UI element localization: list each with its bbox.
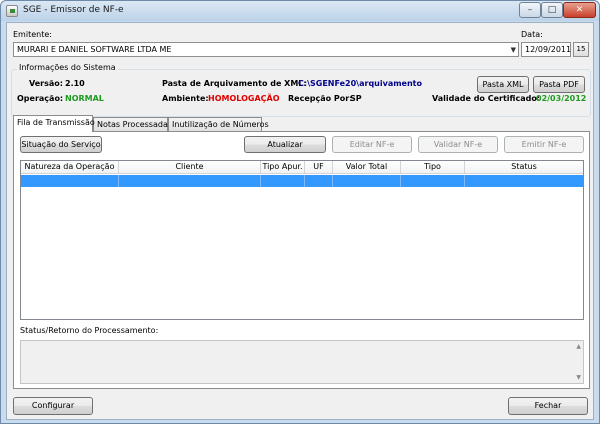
col-status[interactable]: Status <box>465 161 583 174</box>
table-cell <box>21 175 119 187</box>
chevron-down-icon: ▼ <box>510 46 516 54</box>
calendar-icon[interactable]: 15 <box>573 42 589 57</box>
table-cell <box>305 175 333 187</box>
operacao-label: Operação: <box>17 94 64 103</box>
emitente-value: MURARI E DANIEL SOFTWARE LTDA ME <box>17 45 172 54</box>
col-tipo-apur[interactable]: Tipo Apur. <box>261 161 305 174</box>
versao-label: Versão: <box>29 79 63 88</box>
status-retorno-label: Status/Retorno do Processamento: <box>20 326 159 335</box>
grid-header: Natureza da Operação Cliente Tipo Apur. … <box>21 161 583 174</box>
col-cliente[interactable]: Cliente <box>119 161 261 174</box>
validade-value: 02/03/2012 <box>536 94 587 103</box>
table-cell <box>401 175 465 187</box>
pasta-label: Pasta de Arquivamento de XML: <box>162 79 307 88</box>
validar-nfe-button[interactable]: Validar NF-e <box>418 136 498 153</box>
col-valor-total[interactable]: Valor Total <box>333 161 401 174</box>
col-uf[interactable]: UF <box>305 161 333 174</box>
table-row[interactable] <box>21 175 583 187</box>
date-field[interactable]: 12/09/2011 <box>521 42 571 57</box>
emitir-nfe-button[interactable]: Emitir NF-e <box>504 136 584 153</box>
maximize-button[interactable]: □ <box>541 2 563 18</box>
emitente-select[interactable]: MURARI E DANIEL SOFTWARE LTDA ME ▼ <box>13 42 519 57</box>
scroll-down-icon[interactable]: ▼ <box>576 374 581 381</box>
main-panel: Emitente: Data: MURARI E DANIEL SOFTWARE… <box>6 22 594 420</box>
pasta-pdf-button[interactable]: Pasta PDF <box>533 76 585 93</box>
configurar-button[interactable]: Configurar <box>13 397 93 415</box>
ambiente-label: Ambiente: <box>162 94 209 103</box>
tab-fila-transmissao[interactable]: Fila de Transmissão <box>13 115 95 132</box>
recepcao-value: SP <box>350 94 362 103</box>
title-bar[interactable]: SGE - Emissor de NF-e – □ ✕ <box>1 1 599 21</box>
table-cell <box>119 175 261 187</box>
app-icon <box>6 5 18 17</box>
col-tipo[interactable]: Tipo <box>401 161 465 174</box>
tab-panel: Situação do Serviço Atualizar Editar NF-… <box>13 131 590 389</box>
pasta-xml-button[interactable]: Pasta XML <box>477 76 529 93</box>
recepcao-label: Recepção Por: <box>288 94 353 103</box>
table-cell <box>333 175 401 187</box>
tab-notas-processadas[interactable]: Notas Processadas <box>93 117 172 131</box>
data-label: Data: <box>521 30 543 39</box>
app-window: SGE - Emissor de NF-e – □ ✕ Emitente: Da… <box>0 0 600 424</box>
fechar-button[interactable]: Fechar <box>508 397 588 415</box>
fila-grid[interactable]: Natureza da Operação Cliente Tipo Apur. … <box>20 160 584 320</box>
ambiente-value: HOMOLOGAÇÃO <box>208 94 280 103</box>
minimize-button[interactable]: – <box>519 2 541 18</box>
operacao-value: NORMAL <box>65 94 104 103</box>
versao-value: 2.10 <box>65 79 85 88</box>
date-value: 12/09/2011 <box>525 45 572 54</box>
emitente-label: Emitente: <box>13 30 52 39</box>
situacao-servico-button[interactable]: Situação do Serviço <box>20 136 102 153</box>
editar-nfe-button[interactable]: Editar NF-e <box>332 136 412 153</box>
close-button[interactable]: ✕ <box>563 2 596 18</box>
validade-label: Validade do Certificado: <box>432 94 541 103</box>
col-natureza[interactable]: Natureza da Operação <box>21 161 119 174</box>
status-retorno-textarea[interactable]: ▲ ▼ <box>20 340 584 384</box>
window-title: SGE - Emissor de NF-e <box>23 5 124 15</box>
atualizar-button[interactable]: Atualizar <box>244 136 326 153</box>
pasta-value: C:\SGENFe20\arquivamento <box>298 79 422 88</box>
table-cell <box>261 175 305 187</box>
scroll-up-icon[interactable]: ▲ <box>576 343 581 350</box>
tab-inutilizacao[interactable]: Inutilização de Números <box>168 117 269 131</box>
info-group-title: Informações do Sistema <box>17 63 118 72</box>
